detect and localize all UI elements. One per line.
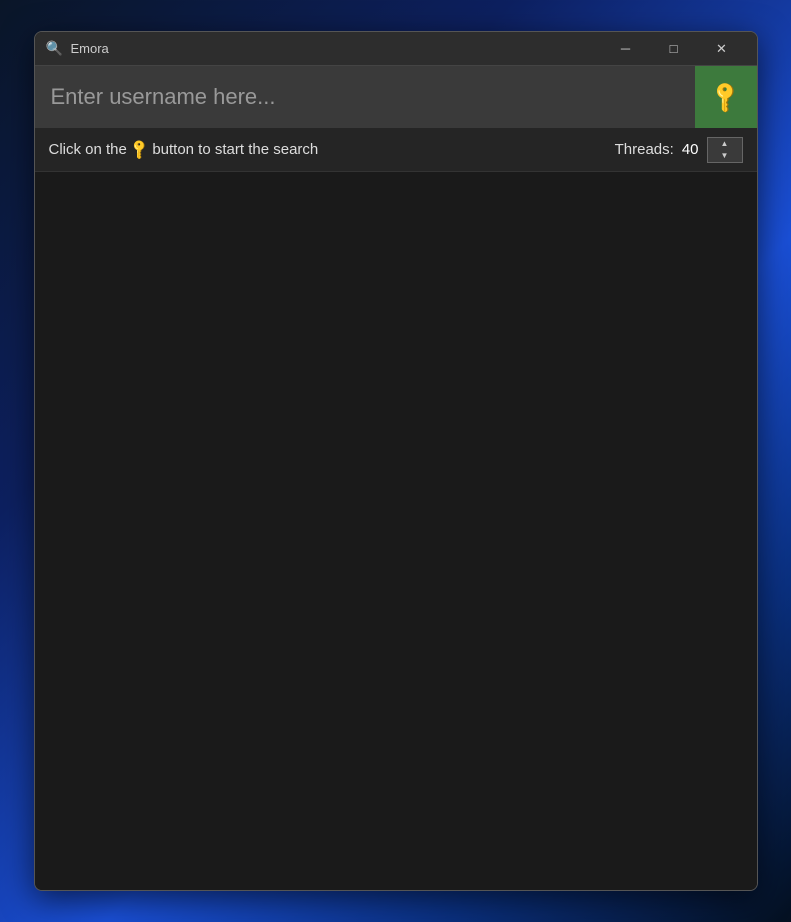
- hint-text-prefix: Click on the: [49, 141, 127, 158]
- threads-increment-button[interactable]: ▲: [708, 138, 742, 150]
- hint-key-icon: 🔑: [127, 137, 151, 161]
- username-input[interactable]: [51, 84, 695, 110]
- threads-label: Threads:: [615, 141, 674, 158]
- search-hint: Click on the 🔑 button to start the searc…: [49, 141, 615, 158]
- search-button[interactable]: 🔑: [695, 66, 757, 128]
- close-button[interactable]: ✕: [699, 32, 745, 66]
- hint-text-suffix: button to start the search: [152, 141, 318, 158]
- threads-value: 40: [682, 141, 699, 158]
- main-content: [35, 172, 757, 890]
- title-bar: 🔍 Emora ─ □ ✕: [35, 32, 757, 66]
- toolbar: Click on the 🔑 button to start the searc…: [35, 128, 757, 172]
- key-icon: 🔑: [707, 78, 745, 116]
- app-title: Emora: [71, 41, 603, 56]
- maximize-button[interactable]: □: [651, 32, 697, 66]
- threads-section: Threads: 40 ▲ ▼: [615, 137, 743, 163]
- app-window: 🔍 Emora ─ □ ✕ 🔑 Click on the 🔑 button to…: [34, 31, 758, 891]
- minimize-button[interactable]: ─: [603, 32, 649, 66]
- app-icon: 🔍: [47, 41, 63, 57]
- search-bar: 🔑: [35, 66, 757, 128]
- threads-decrement-button[interactable]: ▼: [708, 150, 742, 162]
- window-controls: ─ □ ✕: [603, 32, 745, 66]
- threads-spinner[interactable]: ▲ ▼: [707, 137, 743, 163]
